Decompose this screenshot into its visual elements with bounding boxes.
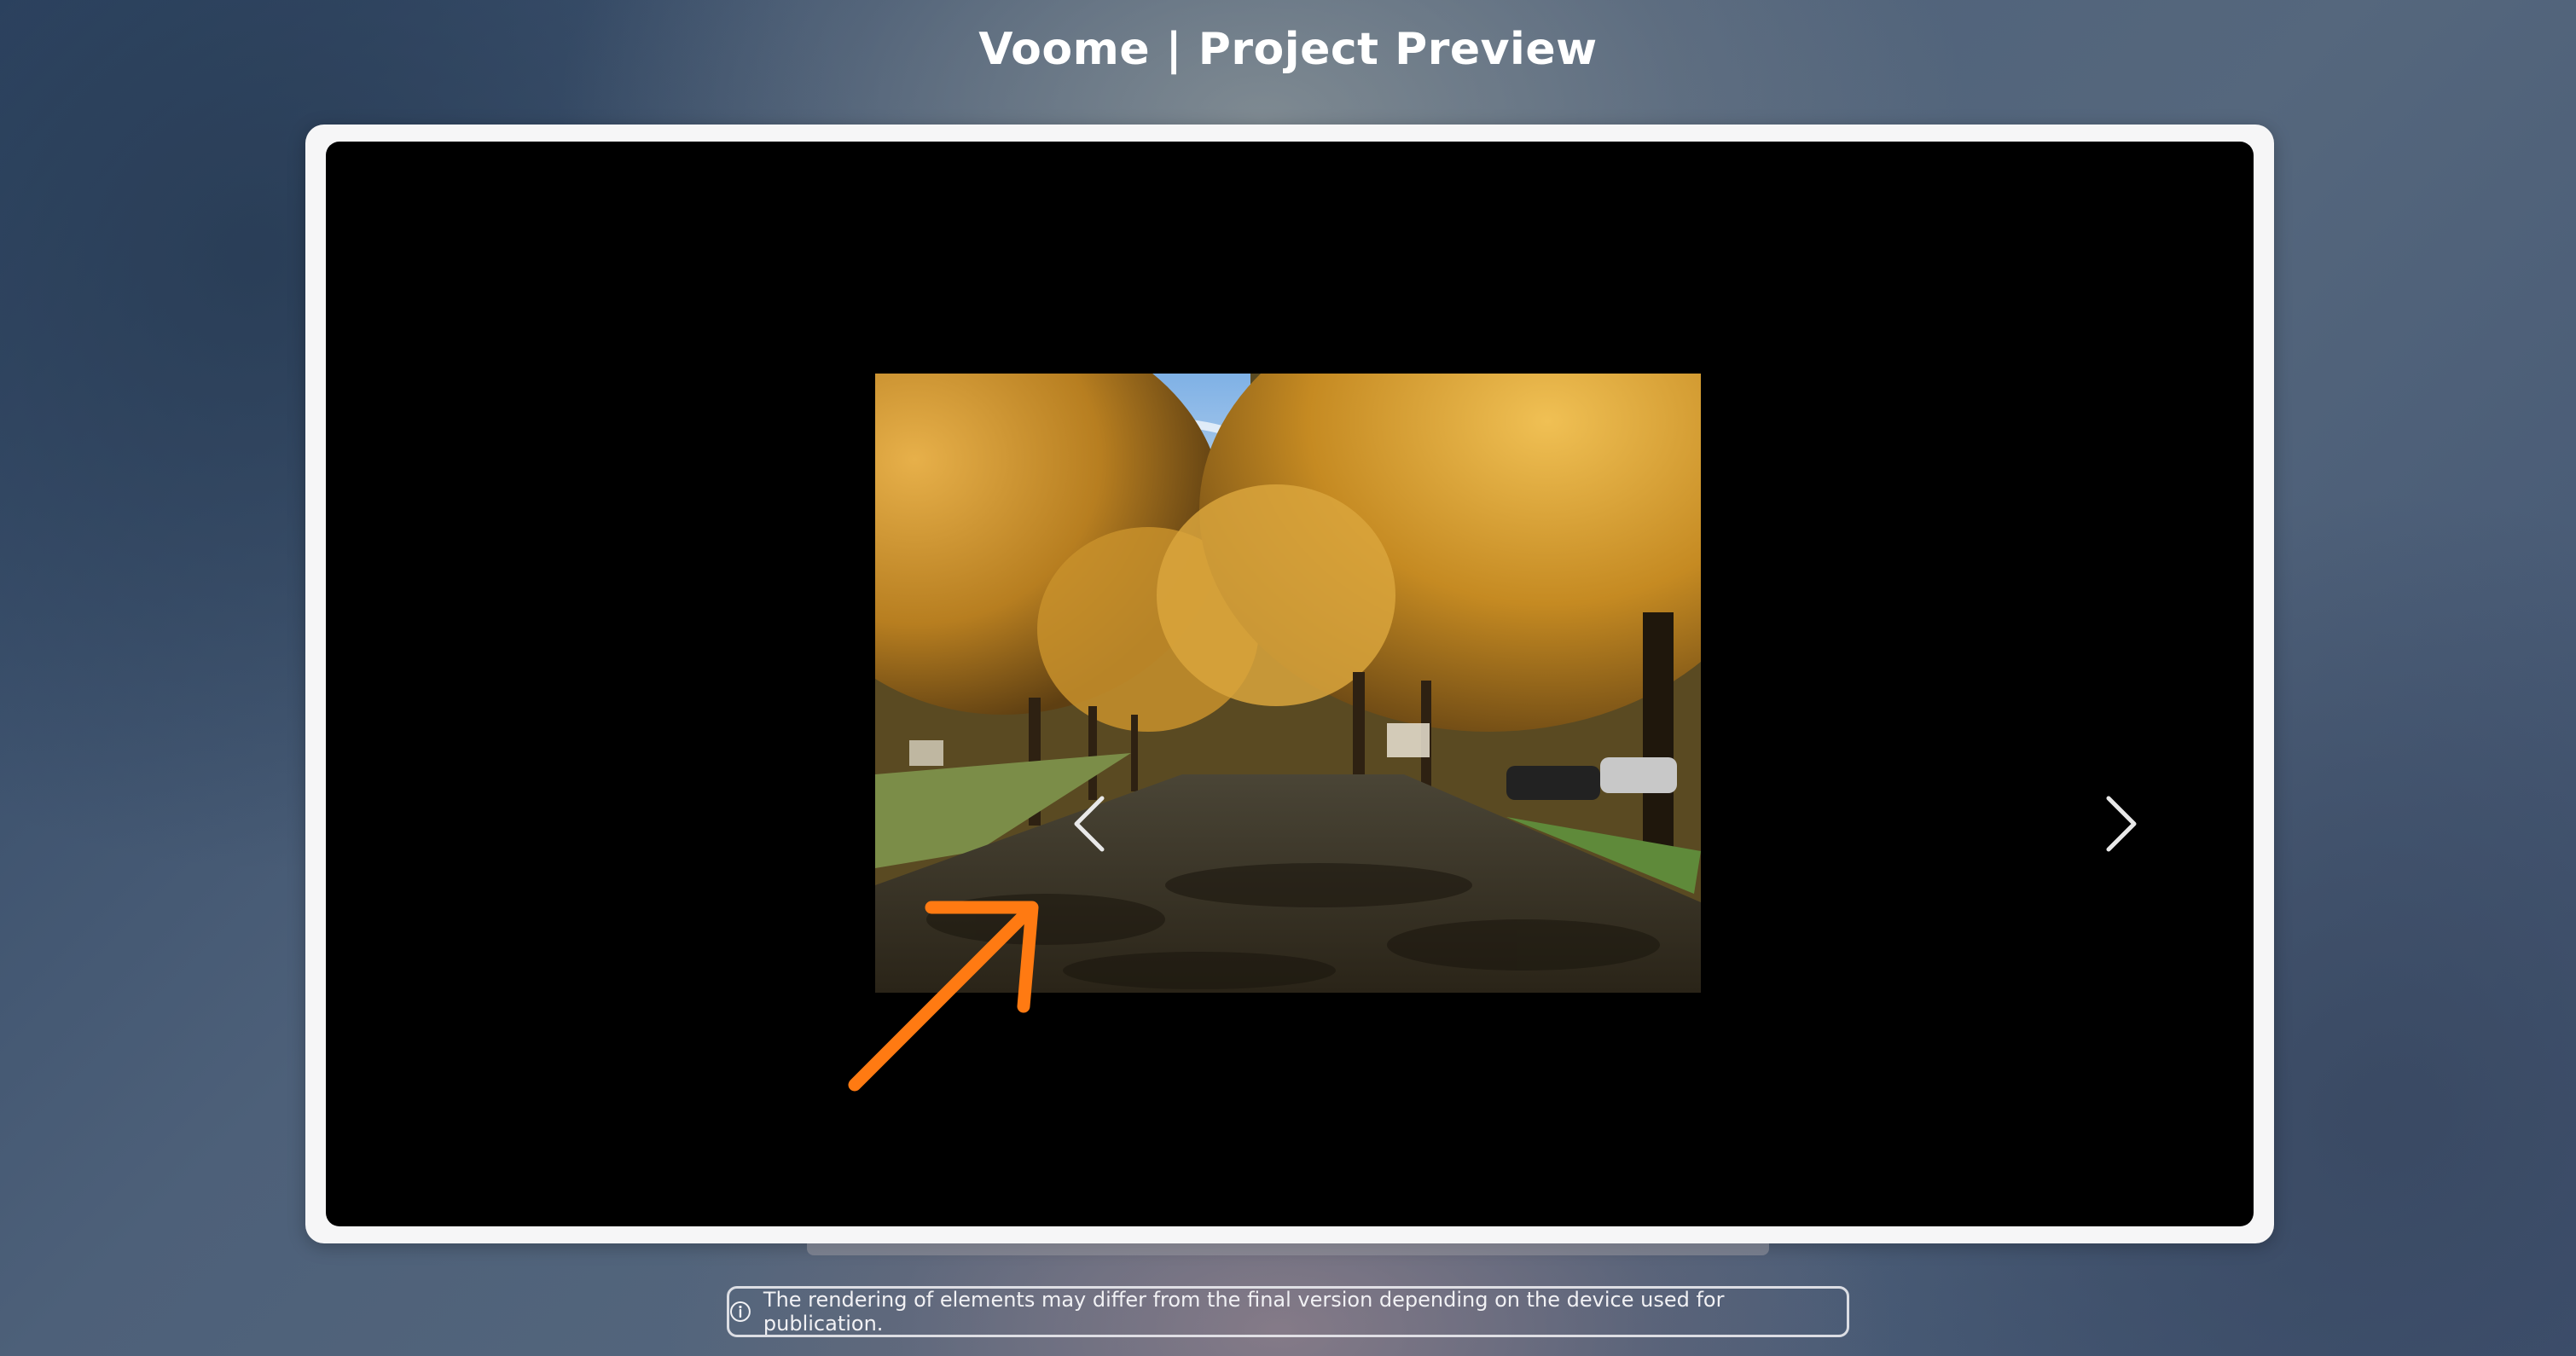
previous-slide-button[interactable] xyxy=(1061,790,1112,858)
frame-underbar xyxy=(807,1243,1769,1255)
chevron-right-icon xyxy=(2106,796,2137,852)
preview-frame xyxy=(305,125,2274,1243)
next-slide-button[interactable] xyxy=(2098,790,2150,858)
notice-text: The rendering of elements may differ fro… xyxy=(763,1288,1725,1336)
preview-screen xyxy=(326,142,2254,1226)
info-circle-icon xyxy=(729,1301,751,1322)
annotation-arrow xyxy=(838,884,1059,1105)
page-title: Voome | Project Preview xyxy=(978,24,1598,75)
chevron-left-icon xyxy=(1074,796,1105,852)
rendering-notice: The rendering of elements may differ fro… xyxy=(727,1286,1849,1337)
arrow-up-right-icon xyxy=(848,901,1039,1092)
